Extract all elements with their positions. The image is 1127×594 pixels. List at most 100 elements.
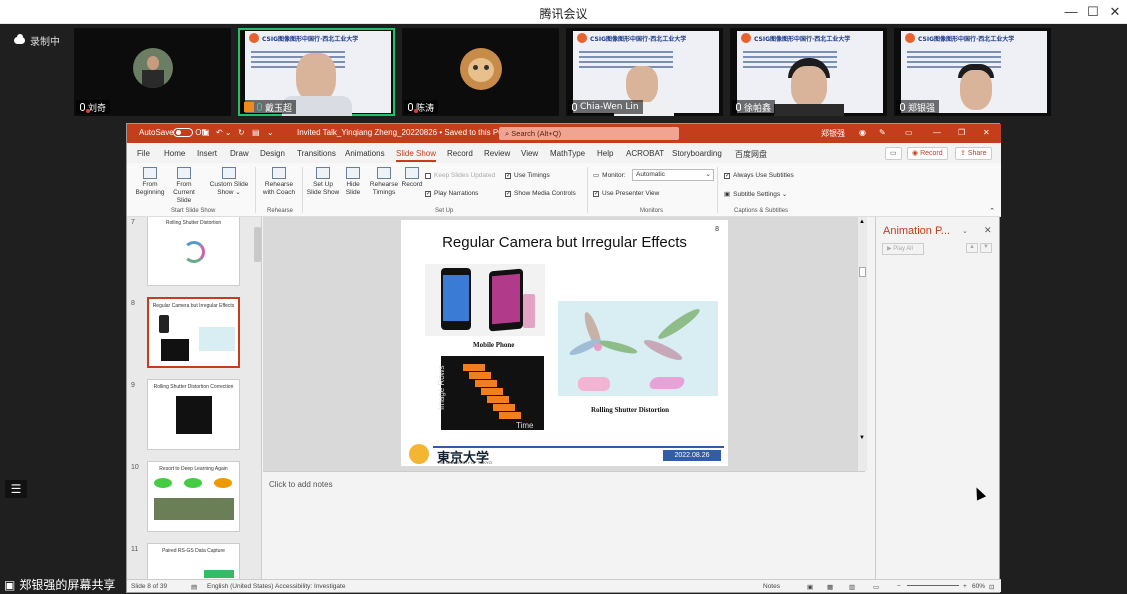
- tab-record[interactable]: Record: [447, 149, 473, 158]
- iphone-image: [441, 268, 471, 330]
- host-icon: [244, 102, 254, 112]
- rehearse-coach-button[interactable]: Rehearse with Coach: [259, 167, 299, 197]
- tab-draw[interactable]: Draw: [230, 149, 249, 158]
- slide-scrollbar[interactable]: ▲ ▼: [858, 217, 867, 471]
- tab-slide-show[interactable]: Slide Show: [396, 149, 437, 162]
- record-slide-button[interactable]: Record: [399, 167, 425, 189]
- search-input[interactable]: ⌕ Search (Alt+Q): [499, 127, 679, 140]
- from-beginning-button[interactable]: From Beginning: [133, 167, 167, 197]
- tab-animations[interactable]: Animations: [345, 149, 385, 158]
- show-media-checkbox[interactable]: ✓ Show Media Controls: [505, 190, 576, 197]
- play-all-button[interactable]: ▶ Play All: [882, 243, 924, 255]
- tab-storyboarding[interactable]: Storyboarding: [672, 149, 722, 158]
- mic-icon[interactable]: ◉: [859, 128, 866, 137]
- share-button[interactable]: ⇪ Share: [955, 147, 992, 160]
- notes-pane[interactable]: Click to add notes: [263, 471, 865, 580]
- collapse-ribbon-icon[interactable]: ⌃: [989, 207, 995, 215]
- slide-thumbnail[interactable]: Resort to Deep Learning Again: [147, 461, 240, 532]
- pen-icon[interactable]: ✎: [879, 128, 886, 137]
- current-slide[interactable]: Regular Camera but Irregular Effects 8 M…: [401, 220, 728, 466]
- tab-file[interactable]: File: [137, 149, 150, 158]
- close-pane-icon[interactable]: ✕: [984, 225, 992, 236]
- zoom-slider[interactable]: [907, 585, 959, 586]
- zoom-out-icon[interactable]: −: [897, 583, 901, 590]
- rolling-shutter-image: [558, 301, 718, 396]
- participant-tile[interactable]: CSIG图像图形中国行·西北工业大学 戴玉超: [238, 28, 395, 116]
- user-name[interactable]: 郑银强: [821, 128, 845, 139]
- undo-icon[interactable]: ↶ ⌄: [216, 128, 232, 137]
- monitor-select[interactable]: Automatic ⌄: [632, 169, 714, 181]
- tab-transitions[interactable]: Transitions: [297, 149, 336, 158]
- redo-icon[interactable]: ↻: [238, 128, 245, 137]
- avatar: [133, 48, 173, 88]
- keep-updated-checkbox[interactable]: Keep Slides Updated: [425, 172, 495, 179]
- close-icon[interactable]: ✕: [983, 128, 990, 137]
- presenter-view-checkbox[interactable]: ✓ Use Presenter View: [593, 190, 659, 197]
- language-status[interactable]: English (United States): [207, 583, 273, 590]
- record-button[interactable]: ◉ Record: [907, 147, 948, 160]
- normal-view-icon[interactable]: ▣: [807, 583, 813, 591]
- minimize-icon[interactable]: —: [933, 128, 941, 137]
- fit-slide-icon[interactable]: ⊡: [989, 583, 994, 591]
- slide-thumbnail-selected[interactable]: Regular Camera but Irregular Effects: [147, 297, 240, 368]
- participant-list-icon[interactable]: ☰: [5, 480, 27, 498]
- pane-options-icon[interactable]: ⌄: [962, 227, 968, 235]
- slide-sorter-icon[interactable]: ▦: [827, 583, 833, 591]
- tab-view[interactable]: View: [521, 149, 538, 158]
- autosave-toggle[interactable]: Off: [173, 128, 206, 138]
- customize-qat-icon[interactable]: ⌄: [267, 128, 274, 137]
- group-label: Set Up: [435, 208, 454, 214]
- accessibility-status[interactable]: Accessibility: Investigate: [275, 583, 345, 590]
- always-subtitles-checkbox[interactable]: ✓ Always Use Subtitles: [724, 172, 794, 179]
- university-name-en: THE UNIVERSITY OF TOKYO: [437, 460, 492, 465]
- notes-button[interactable]: Notes: [763, 583, 780, 590]
- participant-tile[interactable]: CSIG图像图形中国行·西北工业大学 徐帕鑫: [730, 28, 887, 116]
- participant-video: [960, 70, 992, 110]
- tab-help[interactable]: Help: [597, 149, 613, 158]
- participant-tile[interactable]: 刘奇: [74, 28, 231, 116]
- thumbnail-scrollbar[interactable]: [254, 227, 261, 262]
- close-button[interactable]: ✕: [1102, 2, 1127, 22]
- slide-thumbnail[interactable]: Rolling Shutter Distortion Correction: [147, 379, 240, 450]
- slide-thumbnail[interactable]: Rolling Shutter Distortion: [147, 217, 240, 286]
- rehearse-timings-button[interactable]: Rehearse Timings: [367, 167, 401, 197]
- move-up-icon[interactable]: ▲: [966, 243, 978, 253]
- tab-acrobat[interactable]: ACROBAT: [626, 149, 664, 158]
- ribbon-display-icon[interactable]: ▭: [905, 128, 913, 137]
- thumb-number: 9: [131, 382, 135, 389]
- tab-mathtype[interactable]: MathType: [550, 149, 585, 158]
- hide-slide-button[interactable]: Hide Slide: [342, 167, 364, 197]
- participant-tile[interactable]: CSIG图像图形中国行·西北工业大学 郑银强: [894, 28, 1051, 116]
- play-narrations-checkbox[interactable]: ✓ Play Narrations: [425, 190, 478, 197]
- zoom-level[interactable]: 60%: [972, 583, 985, 590]
- tab-design[interactable]: Design: [260, 149, 285, 158]
- from-current-button[interactable]: From Current Slide: [167, 167, 201, 205]
- monitor-label: ▭ Monitor:: [593, 171, 626, 180]
- zoom-in-icon[interactable]: +: [963, 583, 967, 590]
- subtitle-settings-button[interactable]: ▣ Subtitle Settings ⌄: [724, 190, 787, 198]
- participant-name: 戴玉超: [265, 103, 293, 114]
- spellcheck-icon[interactable]: ▤: [191, 583, 197, 591]
- tab-review[interactable]: Review: [484, 149, 510, 158]
- move-down-icon[interactable]: ▼: [980, 243, 992, 253]
- custom-show-button[interactable]: Custom Slide Show ⌄: [207, 167, 251, 197]
- tab-insert[interactable]: Insert: [197, 149, 217, 158]
- tab-baidu[interactable]: 百度网盘: [735, 149, 767, 160]
- use-timings-checkbox[interactable]: ✓ Use Timings: [505, 172, 550, 179]
- slide-thumbnail[interactable]: Paired RS-GS Data Capture: [147, 543, 240, 581]
- present-icon[interactable]: ▤: [252, 128, 260, 137]
- participant-tile[interactable]: CSIG图像图形中国行·西北工业大学 Chia-Wen Lin: [566, 28, 723, 116]
- restore-icon[interactable]: ❐: [958, 128, 965, 137]
- reading-view-icon[interactable]: ▥: [849, 583, 855, 591]
- comments-icon[interactable]: ▭: [885, 147, 902, 160]
- save-icon[interactable]: ▣: [202, 128, 210, 137]
- tab-home[interactable]: Home: [164, 149, 185, 158]
- participant-tile[interactable]: 陈涛: [402, 28, 559, 116]
- document-title[interactable]: Invited Talk_Yinqiang Zheng_20220826 • S…: [297, 128, 513, 137]
- slideshow-view-icon[interactable]: ▭: [873, 583, 879, 591]
- notes-placeholder[interactable]: Click to add notes: [269, 480, 333, 489]
- thumb-number: 11: [131, 546, 139, 553]
- custom-show-icon: [222, 167, 236, 179]
- setup-show-button[interactable]: Set Up Slide Show: [305, 167, 341, 197]
- logo-icon: [905, 33, 915, 43]
